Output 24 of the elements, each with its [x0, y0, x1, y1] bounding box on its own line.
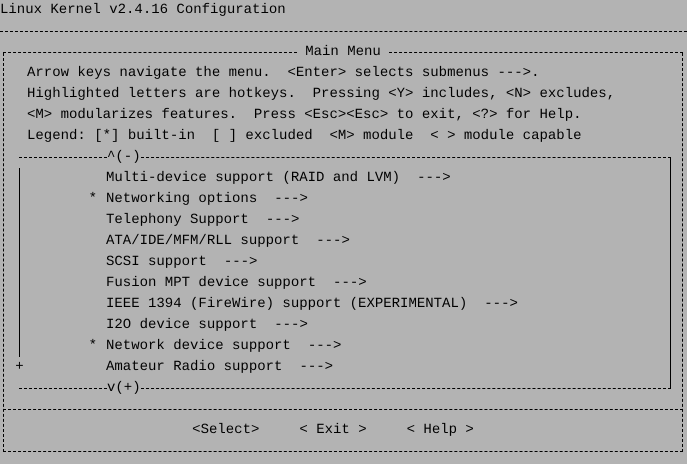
scroll-up-indicator: ^(-): [107, 148, 141, 167]
menu-item[interactable]: Multi-device support (RAID and LVM) --->: [106, 168, 451, 189]
menu-item[interactable]: ATA/IDE/MFM/RLL support --->: [106, 231, 350, 252]
menu-title: Main Menu: [304, 43, 382, 62]
menu-item[interactable]: SCSI support --->: [106, 252, 258, 273]
window-title: Linux Kernel v2.4.16 Configuration: [0, 1, 286, 20]
dialog-button[interactable]: < Exit >: [299, 420, 367, 441]
dialog-button[interactable]: <Select>: [192, 420, 260, 441]
menu-item[interactable]: Amateur Radio support --->: [106, 357, 334, 378]
more-indicator: +: [15, 358, 24, 377]
menu-item[interactable]: Telephony Support --->: [106, 210, 300, 231]
item-marker: *: [88, 337, 97, 356]
scroll-down-indicator: v(+): [107, 379, 141, 398]
menu-item[interactable]: IEEE 1394 (FireWire) support (EXPERIMENTAL) --->: [106, 294, 518, 315]
menu-item[interactable]: Networking options --->: [106, 189, 308, 210]
instruction-text: Arrow keys navigate the menu. <Enter> selects submenus --->.: [27, 65, 540, 81]
instruction-text: Highlighted letters are hotkeys. Pressing <Y> includes, <N> excludes,: [27, 86, 616, 102]
dialog-button[interactable]: < Help >: [406, 420, 474, 441]
item-marker: *: [88, 190, 97, 209]
menu-item[interactable]: Fusion MPT device support --->: [106, 273, 367, 294]
instruction-text: <M> modularizes features. Press <Esc><Esc> to exit, <?> for Help.: [27, 107, 582, 123]
instruction-text: Legend: [*] built-in [ ] excluded <M> module < > module capable: [27, 128, 582, 144]
menu-item[interactable]: Network device support --->: [106, 336, 342, 357]
menu-item[interactable]: I2O device support --->: [106, 315, 308, 336]
